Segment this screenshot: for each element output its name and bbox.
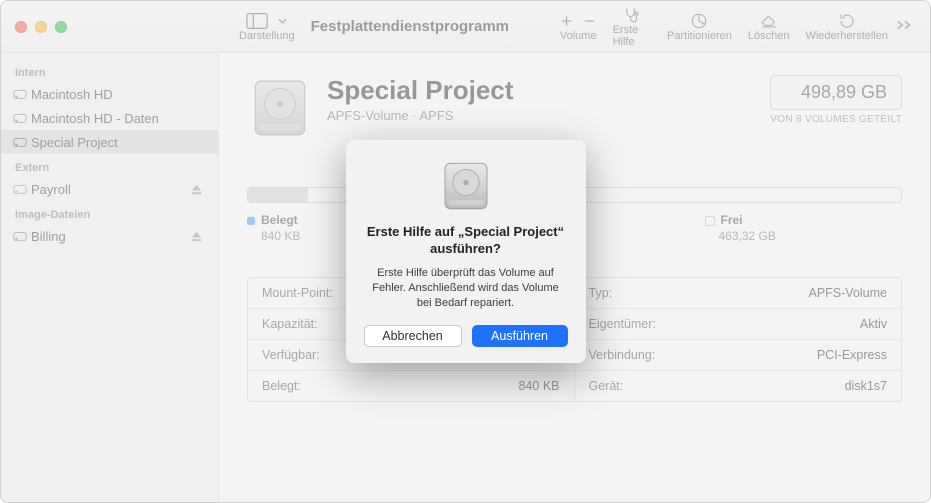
- disk-utility-window: Darstellung Festplattendienstprogramm Vo…: [0, 0, 931, 503]
- run-button[interactable]: Ausführen: [472, 325, 568, 347]
- dialog-overlay: Erste Hilfe auf „Special Project“ ausfüh…: [1, 1, 930, 502]
- dialog-body: Erste Hilfe überprüft das Volume auf Feh…: [364, 266, 568, 311]
- first-aid-dialog: Erste Hilfe auf „Special Project“ ausfüh…: [346, 140, 586, 362]
- dialog-hdd-icon: [438, 158, 494, 214]
- dialog-title: Erste Hilfe auf „Special Project“ ausfüh…: [364, 224, 568, 258]
- cancel-button[interactable]: Abbrechen: [364, 325, 462, 347]
